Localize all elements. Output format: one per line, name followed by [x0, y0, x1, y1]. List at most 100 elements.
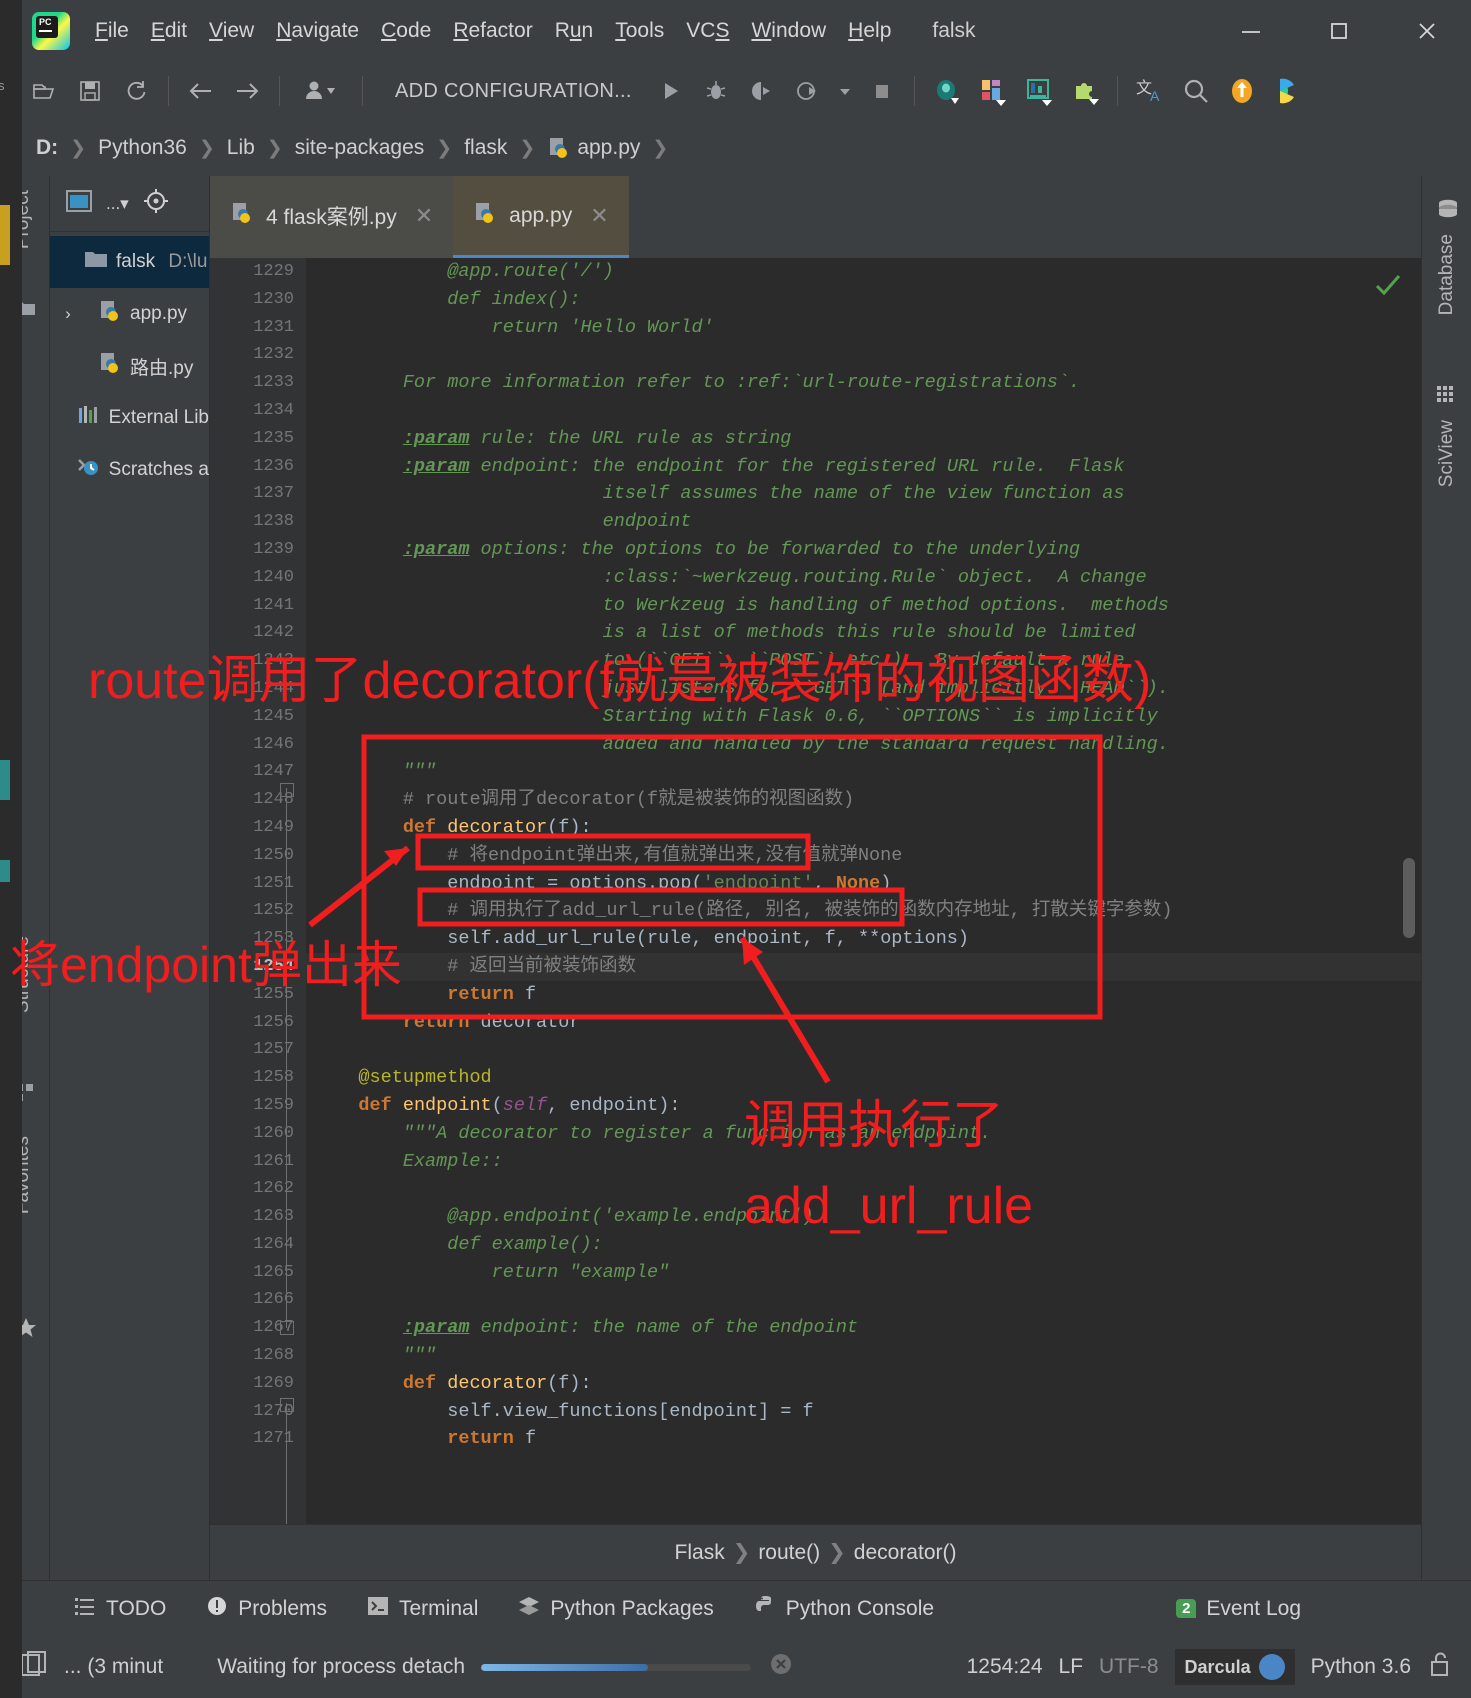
code-crumb-2[interactable]: decorator(): [854, 1541, 957, 1565]
code-line[interactable]: return f: [306, 981, 1421, 1009]
code-line[interactable]: :param options: the options to be forwar…: [306, 536, 1421, 564]
project-tree-item-4[interactable]: Scratches a: [50, 444, 209, 496]
code-line[interactable]: @app.endpoint('example.endpoint'): [306, 1203, 1421, 1231]
close-icon[interactable]: ✕: [415, 203, 433, 229]
project-tree-item-2[interactable]: 路由.py: [50, 340, 209, 392]
tool-button-python-packages[interactable]: Python Packages: [518, 1595, 714, 1623]
code-line[interactable]: return decorator: [306, 1009, 1421, 1037]
code-line[interactable]: def decorator(f):: [306, 814, 1421, 842]
project-tree-item-0[interactable]: falsk D:\lu: [50, 236, 209, 288]
code-line[interactable]: # 调用执行了add_url_rule(路径, 别名, 被装饰的函数内存地址, …: [306, 897, 1421, 925]
search-everywhere-icon[interactable]: [1174, 69, 1218, 113]
close-icon[interactable]: ✕: [590, 203, 608, 229]
menu-help[interactable]: Help: [837, 15, 902, 47]
back-arrow-icon[interactable]: [179, 69, 223, 113]
code-line[interactable]: return "example": [306, 1259, 1421, 1287]
code-line[interactable]: [306, 341, 1421, 369]
code-crumb-1[interactable]: route(): [758, 1541, 820, 1565]
code-line[interactable]: def endpoint(self, endpoint):: [306, 1092, 1421, 1120]
code-line[interactable]: :class:`~werkzeug.routing.Rule` object. …: [306, 564, 1421, 592]
minimize-button[interactable]: [1207, 0, 1295, 62]
memory-indicator-icon[interactable]: [20, 1650, 48, 1684]
code-line[interactable]: # 将endpoint弹出来,有值就弹出来,没有值就弹None: [306, 842, 1421, 870]
save-icon[interactable]: [68, 69, 112, 113]
run-configuration-selector[interactable]: ADD CONFIGURATION...: [395, 80, 632, 103]
tool-button-python-console[interactable]: Python Console: [754, 1595, 934, 1623]
stop-icon[interactable]: [860, 69, 904, 113]
plot-icon[interactable]: [1017, 69, 1061, 113]
code-line[interactable]: [306, 1175, 1421, 1203]
database-icon[interactable]: [925, 69, 969, 113]
memory-label[interactable]: ... (3 minut: [64, 1655, 163, 1679]
code-line[interactable]: to (``GET``, ``POST`` etc.). By default …: [306, 647, 1421, 675]
tree-expand-chevron[interactable]: ›: [60, 304, 76, 324]
translate-icon[interactable]: 文A: [1128, 69, 1172, 113]
project-tree-item-3[interactable]: External Lib: [50, 392, 209, 444]
tool-button-terminal[interactable]: Terminal: [367, 1595, 478, 1623]
code-line[interactable]: # 返回当前被装饰函数: [306, 952, 1421, 981]
locate-file-icon[interactable]: [143, 188, 169, 219]
code-line[interactable]: itself assumes the name of the view func…: [306, 480, 1421, 508]
menu-tools[interactable]: Tools: [604, 15, 675, 47]
code-line[interactable]: :param endpoint: the name of the endpoin…: [306, 1314, 1421, 1342]
code-line[interactable]: added and handled by the standard reques…: [306, 731, 1421, 759]
ok-checkmark-icon[interactable]: [1373, 270, 1403, 305]
debug-icon[interactable]: [694, 69, 738, 113]
menu-code[interactable]: Code: [370, 15, 442, 47]
breadcrumb-segment-2[interactable]: Lib: [227, 136, 255, 160]
code-line[interactable]: @app.route('/'): [306, 258, 1421, 286]
layout-icon[interactable]: [971, 69, 1015, 113]
editor-tab-1[interactable]: app.py ✕: [453, 176, 629, 258]
editor-scrollbar-thumb[interactable]: [1403, 858, 1415, 938]
collapse-dropdown-icon[interactable]: ...▾: [106, 194, 129, 214]
code-line[interactable]: :param endpoint: the endpoint for the re…: [306, 453, 1421, 481]
code-folding-column[interactable]: [280, 258, 298, 1524]
profile-dropdown-icon[interactable]: [832, 69, 858, 113]
code-line[interactable]: def index():: [306, 286, 1421, 314]
editor-tab-0[interactable]: 4 flask案例.py ✕: [210, 176, 454, 258]
menu-view[interactable]: View: [198, 15, 265, 47]
theme-switcher[interactable]: Darcula: [1174, 1649, 1295, 1685]
code-line[interactable]: @setupmethod: [306, 1064, 1421, 1092]
maximize-button[interactable]: [1295, 0, 1383, 62]
cancel-icon[interactable]: [767, 1650, 795, 1684]
tool-button-todo[interactable]: TODO: [74, 1595, 166, 1623]
code-line[interactable]: """A decorator to register a function as…: [306, 1120, 1421, 1148]
code-line[interactable]: endpoint: [306, 508, 1421, 536]
code-editor[interactable]: 1229 1230 1231 1232 1233 1234 1235 1236 1237 1238…: [210, 258, 1421, 1524]
code-line[interactable]: return f: [306, 1425, 1421, 1453]
vcs-user-icon[interactable]: [290, 69, 352, 113]
run-coverage-icon[interactable]: [740, 69, 784, 113]
code-line[interactable]: just listens for ``GET`` (and implicitly…: [306, 675, 1421, 703]
code-line[interactable]: # route调用了decorator(f就是被装饰的视图函数): [306, 786, 1421, 814]
menu-vcs[interactable]: VCS: [675, 15, 740, 47]
code-line[interactable]: self.add_url_rule(rule, endpoint, f, **o…: [306, 925, 1421, 953]
menu-file[interactable]: File: [84, 15, 140, 47]
project-tree[interactable]: falsk D:\lu › app.py 路由.py External Lib Scrat…: [50, 232, 209, 1580]
line-separator[interactable]: LF: [1059, 1655, 1084, 1679]
code-line[interactable]: def example():: [306, 1231, 1421, 1259]
project-view-icon[interactable]: [66, 190, 92, 217]
menu-edit[interactable]: Edit: [140, 15, 198, 47]
breadcrumb-segment-3[interactable]: site-packages: [295, 136, 425, 160]
code-line[interactable]: :param rule: the URL rule as string: [306, 425, 1421, 453]
python-interpreter[interactable]: Python 3.6: [1311, 1655, 1411, 1679]
code-line[interactable]: self.view_functions[endpoint] = f: [306, 1398, 1421, 1426]
breadcrumb-segment-0[interactable]: D:: [36, 136, 58, 160]
code-line[interactable]: endpoint = options.pop('endpoint', None): [306, 870, 1421, 898]
code-line[interactable]: def decorator(f):: [306, 1370, 1421, 1398]
unlocked-icon[interactable]: [1427, 1650, 1453, 1684]
caret-position[interactable]: 1254:24: [967, 1655, 1043, 1679]
code-line[interactable]: to Werkzeug is handling of method option…: [306, 592, 1421, 620]
plugins-icon[interactable]: [1063, 69, 1107, 113]
tool-button-event-log[interactable]: 2 Event Log: [1176, 1597, 1301, 1621]
code-text[interactable]: @app.route('/') def index(): return 'Hel…: [306, 258, 1421, 1524]
code-line[interactable]: return 'Hello World': [306, 314, 1421, 342]
run-icon[interactable]: [648, 69, 692, 113]
ide-features-icon[interactable]: [1266, 69, 1310, 113]
tool-window-database[interactable]: Database: [1436, 234, 1458, 315]
menu-run[interactable]: Run: [544, 15, 605, 47]
code-line[interactable]: """: [306, 1342, 1421, 1370]
menu-refactor[interactable]: Refactor: [442, 15, 543, 47]
code-line[interactable]: Starting with Flask 0.6, ``OPTIONS`` is …: [306, 703, 1421, 731]
